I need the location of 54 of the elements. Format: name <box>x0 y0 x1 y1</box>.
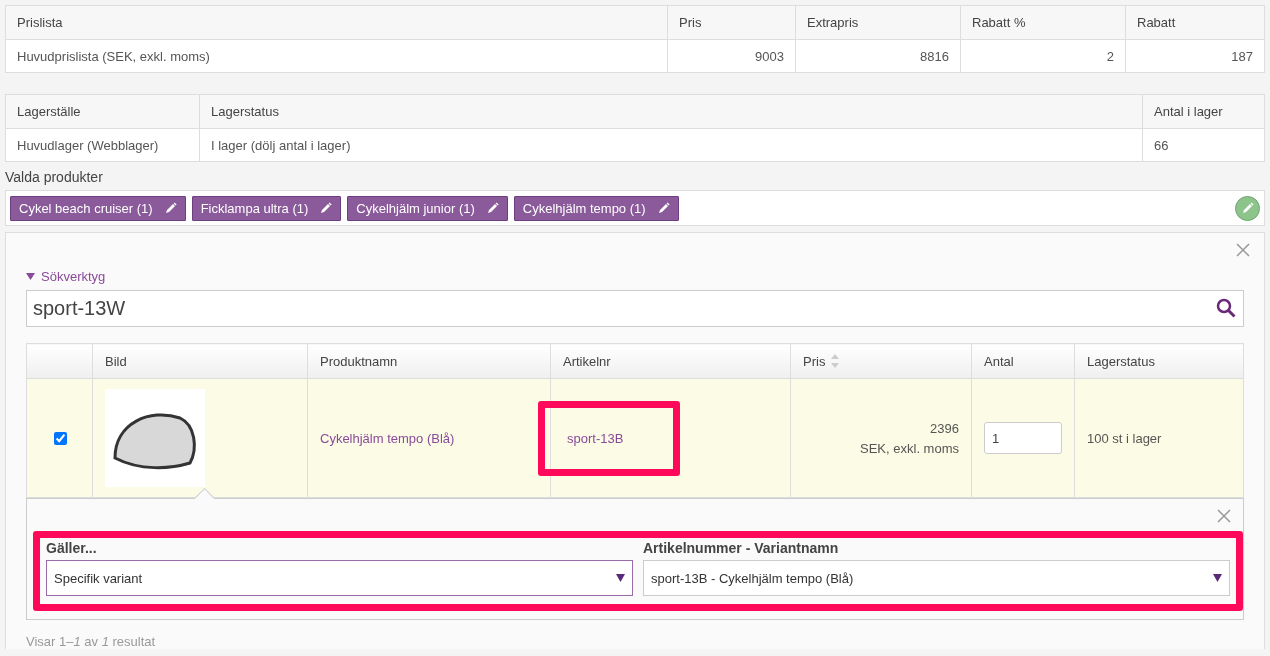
search-icon <box>1216 298 1236 318</box>
pencil-icon <box>1241 202 1254 214</box>
column-header: Extrapris <box>795 5 961 40</box>
pencil-icon <box>486 202 499 214</box>
column-header: Produktnamn <box>307 343 551 379</box>
column-header: Pris <box>667 5 796 40</box>
price-note: SEK, exkl. moms <box>859 440 959 456</box>
stock-cell: 100 st i lager <box>1074 378 1244 498</box>
product-link[interactable]: Cykelhjälm tempo (Blå) <box>320 430 455 446</box>
table-cell: I lager (dölj antal i lager) <box>199 128 1143 162</box>
search-tools-toggle[interactable]: Sökverktyg <box>26 269 106 284</box>
column-header: Rabatt % <box>960 5 1126 40</box>
pencil-icon <box>164 202 177 214</box>
variant-select[interactable]: Specifik variant <box>46 560 633 596</box>
results-summary: Visar 1–1 av 1 resultat <box>26 634 157 649</box>
product-chip[interactable]: Cykelhjälm junior (1) <box>347 195 508 221</box>
table-cell: Huvudlager (Webblager) <box>5 128 200 162</box>
field-label: Artikelnummer - Variantnamn <box>643 540 840 556</box>
triangle-icon <box>26 272 35 281</box>
column-header: Bild <box>92 343 308 379</box>
column-header: Lagerstatus <box>1074 343 1244 379</box>
product-chip[interactable]: Ficklampa ultra (1) <box>191 195 342 221</box>
product-chip[interactable]: Cykel beach cruiser (1) <box>10 195 186 221</box>
column-header: Rabatt <box>1125 5 1265 40</box>
pencil-icon <box>657 202 670 214</box>
table-cell: 2 <box>960 39 1126 73</box>
close-button[interactable] <box>1217 509 1231 523</box>
search-field[interactable]: sport-13W <box>26 290 1244 327</box>
table-cell: 66 <box>1142 128 1265 162</box>
table-cell: 9003 <box>667 39 796 73</box>
article-link[interactable]: sport-13B <box>567 430 624 446</box>
column-header: Antal i lager <box>1142 94 1265 129</box>
product-chip[interactable]: Cykelhjälm tempo (1) <box>513 195 679 221</box>
column-header[interactable]: Pris <box>790 343 972 379</box>
caret-icon <box>616 574 625 582</box>
field-label: Gäller... <box>46 540 98 556</box>
edit-button[interactable] <box>1235 195 1260 221</box>
variant-select[interactable]: sport-13B - Cykelhjälm tempo (Blå) <box>643 560 1230 596</box>
price-text: 2396 <box>929 420 959 436</box>
quantity-field[interactable]: 1 <box>984 422 1062 454</box>
table-cell: 187 <box>1125 39 1265 73</box>
column-header: Lagerställe <box>5 94 200 129</box>
section-label: Valda produkter <box>5 169 104 185</box>
close-button[interactable] <box>1236 243 1250 257</box>
column-header: Artikelnr <box>550 343 791 379</box>
caret-icon <box>1213 574 1222 582</box>
table-cell: 8816 <box>795 39 961 73</box>
pencil-icon <box>320 202 333 214</box>
sort-icon <box>831 354 840 368</box>
table-cell: Huvudprislista (SEK, exkl. moms) <box>5 39 668 73</box>
column-header: Lagerstatus <box>199 94 1143 129</box>
column-header: Antal <box>971 343 1075 379</box>
row-checkbox[interactable] <box>53 431 67 445</box>
column-header: Prislista <box>5 5 668 40</box>
